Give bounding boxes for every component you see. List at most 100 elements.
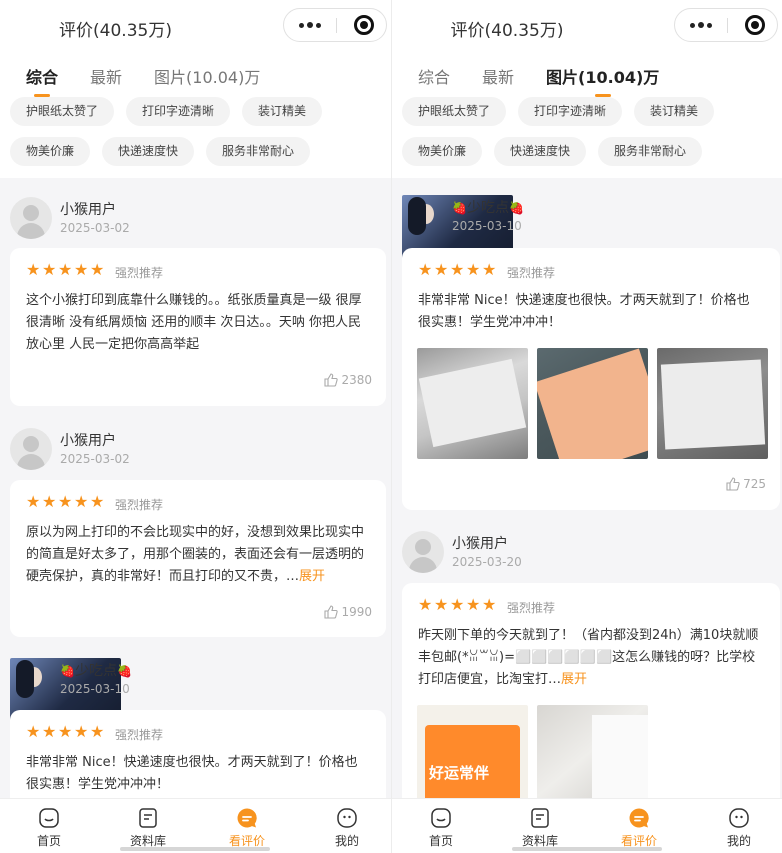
keyword-chip[interactable]: 护眼纸太赞了 — [402, 97, 507, 126]
star-icon: ★ — [26, 492, 41, 511]
recommend-tag: 强烈推荐 — [507, 601, 556, 615]
star-icon: ★ — [74, 722, 89, 741]
username: 小猴用户 — [60, 433, 116, 449]
default-avatar-icon — [402, 531, 444, 573]
home-indicator — [512, 847, 662, 851]
photo-orange-paper[interactable] — [537, 348, 648, 459]
nav-reviews[interactable]: 看评价 — [599, 807, 679, 849]
thumbs-up-icon — [324, 373, 339, 387]
nav-reviews[interactable]: 看评价 — [207, 807, 287, 849]
default-avatar-icon — [10, 428, 52, 470]
more-menu-icon[interactable] — [284, 9, 336, 41]
review-text: 非常非常 Nice！快递速度也很快。才两天就到了！价格也很实惠！学生党冲冲冲！ — [26, 752, 370, 796]
review-card[interactable]: ★ ★ ★ ★ ★ 强烈推荐 非常非常 Nice！快递速度也很快。才两天就到了！价格也很… — [402, 248, 780, 510]
star-icon: ★ — [58, 492, 73, 511]
review-body: 非常非常 Nice！快递速度也很快。才两天就到了！价格也很实惠！学生党冲冲冲！ — [418, 293, 750, 330]
star-icon: ★ — [466, 260, 481, 279]
tab-overall[interactable]: 综合 — [418, 64, 450, 88]
review-date: 2025-03-10 — [60, 682, 130, 696]
recommend-tag: 强烈推荐 — [507, 266, 556, 280]
nav-profile[interactable]: 我的 — [307, 807, 387, 849]
keyword-chip[interactable]: 快递速度快 — [102, 137, 195, 166]
review-user[interactable]: 🍓少吃点🍓 2025-03-10 — [402, 195, 524, 306]
nav-label: 首页 — [36, 834, 61, 848]
recommend-tag: 强烈推荐 — [115, 498, 164, 512]
reviews-icon — [629, 808, 649, 828]
username: 🍓少吃点🍓 — [452, 197, 524, 217]
keyword-chip[interactable]: 打印字迹清晰 — [126, 97, 231, 126]
keyword-chip[interactable]: 装订精美 — [634, 97, 715, 126]
star-icon: ★ — [482, 260, 497, 279]
nav-home[interactable]: 首页 — [9, 807, 89, 849]
review-body: 非常非常 Nice！快递速度也很快。才两天就到了！价格也很实惠！学生党冲冲冲！ — [26, 755, 358, 792]
tab-photos[interactable]: 图片(10.04)万 — [546, 64, 659, 97]
nav-label: 我的 — [334, 834, 359, 848]
keyword-chip[interactable]: 护眼纸太赞了 — [10, 97, 115, 126]
star-icon: ★ — [90, 722, 105, 741]
star-icon: ★ — [434, 595, 449, 614]
like-button[interactable]: 1990 — [323, 604, 372, 620]
star-icon: ★ — [74, 492, 89, 511]
username: 小猴用户 — [60, 202, 116, 218]
strawberry-emoji: 🍓 — [116, 664, 132, 678]
profile-icon — [729, 808, 749, 828]
page-title: 评价(40.35万) — [59, 21, 172, 41]
star-icon: ★ — [58, 722, 73, 741]
tab-latest[interactable]: 最新 — [90, 64, 122, 88]
username: 🍓少吃点🍓 — [60, 660, 132, 680]
like-button[interactable]: 2380 — [323, 372, 372, 388]
star-icon: ★ — [42, 492, 57, 511]
home-icon — [39, 808, 59, 828]
keyword-chip[interactable]: 装订精美 — [242, 97, 323, 126]
photo-printed-pages[interactable] — [417, 348, 528, 459]
strawberry-emoji: 🍓 — [508, 201, 524, 215]
review-text: 昨天刚下单的今天就到了！（省内都没到24h）满10块就顺丰包邮(*ꈍ꒳ꈍ)=⬜⬜… — [418, 625, 762, 691]
review-date: 2025-03-02 — [60, 452, 130, 466]
recommend-tag: 强烈推荐 — [115, 728, 164, 742]
review-card[interactable]: ★ ★ ★ ★ ★ 强烈推荐 昨天刚下单的今天就到了！（省内都没到24h）满10块就顺丰… — [402, 583, 780, 823]
username-text: 少吃点 — [74, 663, 117, 679]
keyword-chip[interactable]: 快递速度快 — [494, 137, 587, 166]
close-target-icon[interactable] — [354, 15, 374, 35]
recommend-tag: 强烈推荐 — [115, 266, 164, 280]
review-text: 非常非常 Nice！快递速度也很快。才两天就到了！价格也很实惠！学生党冲冲冲！ — [418, 290, 762, 334]
header: 评价(40.35万) 综合 最新 图片(10.04)万 护眼纸太赞了 打印字迹清… — [392, 0, 782, 178]
more-menu-icon[interactable] — [675, 9, 727, 41]
review-card[interactable]: ★ ★ ★ ★ ★ 强烈推荐 原以为网上打印的不会比现实中的好，没想到效果比现实中的简直… — [10, 480, 386, 637]
nav-library[interactable]: 资料库 — [108, 807, 188, 849]
tab-overall[interactable]: 综合 — [26, 64, 58, 97]
library-icon — [531, 808, 549, 828]
review-date: 2025-03-20 — [452, 555, 522, 569]
mini-program-capsule — [283, 8, 387, 42]
like-button[interactable]: 725 — [725, 476, 766, 492]
nav-label: 首页 — [428, 834, 453, 848]
like-count: 2380 — [341, 373, 372, 387]
close-target-icon[interactable] — [745, 15, 765, 35]
star-rating: ★ ★ ★ ★ ★ — [418, 262, 497, 280]
photo-printed-document[interactable] — [657, 348, 768, 459]
strawberry-emoji: 🍓 — [60, 664, 75, 678]
review-user[interactable]: 🍓少吃点🍓 2025-03-10 — [10, 658, 132, 769]
nav-home[interactable]: 首页 — [401, 807, 481, 849]
keyword-chip[interactable]: 物美价廉 — [10, 137, 91, 166]
mini-program-capsule — [674, 8, 778, 42]
keyword-chip[interactable]: 物美价廉 — [402, 137, 483, 166]
expand-link[interactable]: 展开 — [299, 569, 325, 584]
star-icon: ★ — [26, 260, 41, 279]
nav-library[interactable]: 资料库 — [500, 807, 580, 849]
tab-latest[interactable]: 最新 — [482, 64, 514, 88]
expand-link[interactable]: 展开 — [561, 672, 587, 687]
star-icon: ★ — [466, 595, 481, 614]
like-count: 725 — [743, 477, 766, 491]
header: 评价(40.35万) 综合 最新 图片(10.04)万 护眼纸太赞了 打印字迹清… — [0, 0, 391, 178]
star-icon: ★ — [42, 722, 57, 741]
default-avatar-icon — [10, 197, 52, 239]
keyword-chip[interactable]: 服务非常耐心 — [598, 137, 703, 166]
nav-profile[interactable]: 我的 — [699, 807, 779, 849]
keyword-chip[interactable]: 服务非常耐心 — [206, 137, 311, 166]
star-icon: ★ — [90, 492, 105, 511]
tab-photos[interactable]: 图片(10.04)万 — [154, 64, 260, 88]
review-card[interactable]: ★ ★ ★ ★ ★ 强烈推荐 这个小猴打印到底靠什么赚钱的。。纸张质量真是一级 很厚很清… — [10, 248, 386, 406]
review-text: 原以为网上打印的不会比现实中的好，没想到效果比现实中的简直是好太多了，用那个圈装… — [26, 522, 370, 588]
keyword-chip[interactable]: 打印字迹清晰 — [518, 97, 623, 126]
